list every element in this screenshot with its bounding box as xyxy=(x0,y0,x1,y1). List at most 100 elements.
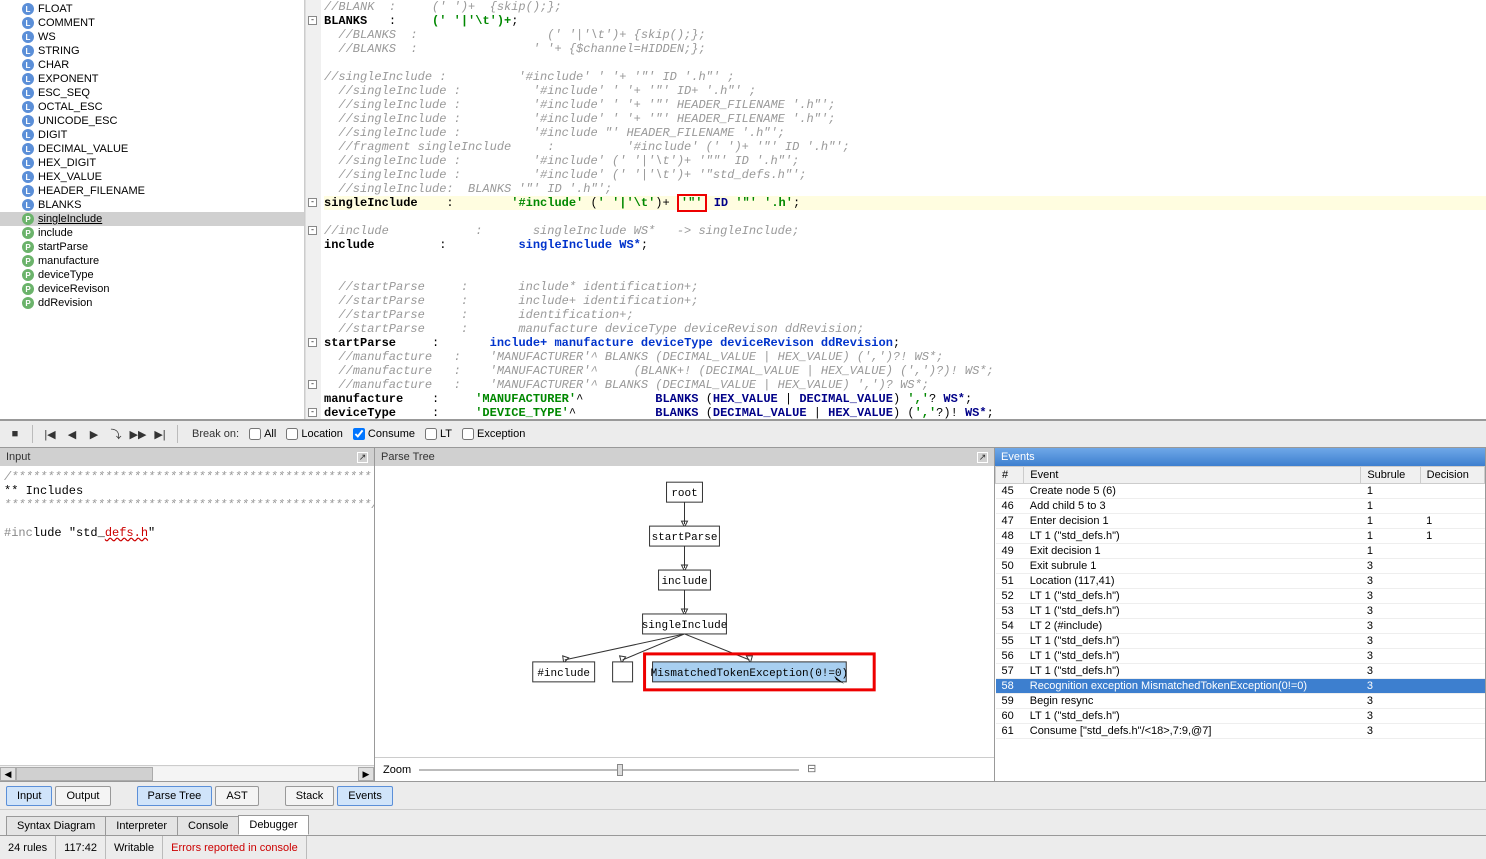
table-row[interactable]: 61Consume ["std_defs.h"/<18>,7:9,@7]3 xyxy=(996,724,1485,739)
code-line[interactable] xyxy=(324,56,1486,70)
col-event[interactable]: Event xyxy=(1024,467,1361,484)
tree-item-CHAR[interactable]: LCHAR xyxy=(0,58,304,72)
tab-console[interactable]: Console xyxy=(177,816,239,835)
tab-events[interactable]: Events xyxy=(337,786,393,806)
code-line[interactable]: //startParse : identification+; xyxy=(324,308,1486,322)
code-line[interactable] xyxy=(324,266,1486,280)
code-line[interactable]: //singleInclude : '#include' ' '+ '"' ID… xyxy=(324,84,1486,98)
table-row[interactable]: 56LT 1 ("std_defs.h")3 xyxy=(996,649,1485,664)
code-line[interactable]: //singleInclude : '#include "' HEADER_FI… xyxy=(324,126,1486,140)
code-line[interactable]: //singleInclude : '#include' (' '|'\t')+… xyxy=(324,168,1486,182)
code-line[interactable]: -BLANKS : (' '|'\t')+; xyxy=(324,14,1486,28)
code-line[interactable]: //singleInclude : '#include' (' '|'\t')+… xyxy=(324,154,1486,168)
fold-icon[interactable]: - xyxy=(308,226,317,235)
fold-icon[interactable]: - xyxy=(308,380,317,389)
goto-end-button[interactable]: ▶| xyxy=(151,425,169,443)
tree-item-BLANKS[interactable]: LBLANKS xyxy=(0,198,304,212)
goto-start-button[interactable]: |◀ xyxy=(41,425,59,443)
tree-item-deviceType[interactable]: PdeviceType xyxy=(0,268,304,282)
code-line[interactable]: //BLANK : (' ')+ {skip();}; xyxy=(324,0,1486,14)
stop-button[interactable]: ■ xyxy=(6,425,24,443)
tree-item-DECIMAL_VALUE[interactable]: LDECIMAL_VALUE xyxy=(0,142,304,156)
code-line[interactable]: include : singleInclude WS*; xyxy=(324,238,1486,252)
tree-item-HEADER_FILENAME[interactable]: LHEADER_FILENAME xyxy=(0,184,304,198)
tree-item-HEX_DIGIT[interactable]: LHEX_DIGIT xyxy=(0,156,304,170)
tab-output[interactable]: Output xyxy=(55,786,110,806)
code-line[interactable]: //singleInclude: BLANKS '"' ID '.h"'; xyxy=(324,182,1486,196)
table-row[interactable]: 46Add child 5 to 31 xyxy=(996,499,1485,514)
tree-layout-icon[interactable]: ⊟ xyxy=(807,762,823,778)
parse-tree-diagram[interactable]: root startParse include singleInclude #i… xyxy=(375,466,994,726)
tab-parse-tree[interactable]: Parse Tree xyxy=(137,786,213,806)
table-row[interactable]: 53LT 1 ("std_defs.h")3 xyxy=(996,604,1485,619)
tab-stack[interactable]: Stack xyxy=(285,786,335,806)
table-row[interactable]: 54LT 2 (#include)3 xyxy=(996,619,1485,634)
code-line[interactable]: -deviceType : 'DEVICE_TYPE'^ BLANKS (DEC… xyxy=(324,406,1486,419)
break-consume-checkbox[interactable]: Consume xyxy=(353,428,415,440)
code-line[interactable]: manufacture : 'MANUFACTURER'^ BLANKS (HE… xyxy=(324,392,1486,406)
col-subrule[interactable]: Subrule xyxy=(1361,467,1420,484)
step-forward-button[interactable]: ▶ xyxy=(85,425,103,443)
table-row[interactable]: 50Exit subrule 13 xyxy=(996,559,1485,574)
fold-icon[interactable]: - xyxy=(308,338,317,347)
tree-item-EXPONENT[interactable]: LEXPONENT xyxy=(0,72,304,86)
detach-icon[interactable]: ↗ xyxy=(357,452,368,463)
code-line[interactable]: //singleInclude : '#include' ' '+ '"' HE… xyxy=(324,98,1486,112)
grammar-editor[interactable]: //BLANK : (' ')+ {skip();};-BLANKS : (' … xyxy=(305,0,1486,419)
tree-item-manufacture[interactable]: Pmanufacture xyxy=(0,254,304,268)
code-line[interactable]: //BLANKS : ' '+ {$channel=HIDDEN;}; xyxy=(324,42,1486,56)
table-row[interactable]: 59Begin resync3 xyxy=(996,694,1485,709)
tree-item-singleInclude[interactable]: PsingleInclude xyxy=(0,212,304,226)
tab-debugger[interactable]: Debugger xyxy=(238,815,308,835)
tree-item-WS[interactable]: LWS xyxy=(0,30,304,44)
tree-item-startParse[interactable]: PstartParse xyxy=(0,240,304,254)
step-back-button[interactable]: ◀ xyxy=(63,425,81,443)
break-all-checkbox[interactable]: All xyxy=(249,428,276,440)
tree-item-COMMENT[interactable]: LCOMMENT xyxy=(0,16,304,30)
tree-item-ESC_SEQ[interactable]: LESC_SEQ xyxy=(0,86,304,100)
code-line[interactable]: //BLANKS : (' '|'\t')+ {skip();}; xyxy=(324,28,1486,42)
tree-item-include[interactable]: Pinclude xyxy=(0,226,304,240)
tree-item-ddRevision[interactable]: PddRevision xyxy=(0,296,304,310)
break-lt-checkbox[interactable]: LT xyxy=(425,428,452,440)
tab-syntax-diagram[interactable]: Syntax Diagram xyxy=(6,816,106,835)
tree-item-deviceRevison[interactable]: PdeviceRevison xyxy=(0,282,304,296)
tree-item-DIGIT[interactable]: LDIGIT xyxy=(0,128,304,142)
table-row[interactable]: 45Create node 5 (6)1 xyxy=(996,484,1485,499)
code-line[interactable]: //manufacture : 'MANUFACTURER'^ (BLANK+!… xyxy=(324,364,1486,378)
code-line[interactable]: //startParse : include* identification+; xyxy=(324,280,1486,294)
tab-input[interactable]: Input xyxy=(6,786,52,806)
table-row[interactable]: 48LT 1 ("std_defs.h")11 xyxy=(996,529,1485,544)
fold-icon[interactable]: - xyxy=(308,198,317,207)
tree-item-OCTAL_ESC[interactable]: LOCTAL_ESC xyxy=(0,100,304,114)
table-row[interactable]: 49Exit decision 11 xyxy=(996,544,1485,559)
col-num[interactable]: # xyxy=(996,467,1024,484)
break-location-checkbox[interactable]: Location xyxy=(286,428,343,440)
code-line[interactable] xyxy=(324,210,1486,224)
table-row[interactable]: 55LT 1 ("std_defs.h")3 xyxy=(996,634,1485,649)
code-line[interactable]: //fragment singleInclude : '#include' ('… xyxy=(324,140,1486,154)
tree-item-FLOAT[interactable]: LFLOAT xyxy=(0,2,304,16)
code-line[interactable]: //startParse : include+ identification+; xyxy=(324,294,1486,308)
code-line[interactable] xyxy=(324,252,1486,266)
fold-icon[interactable]: - xyxy=(308,16,317,25)
tab-ast[interactable]: AST xyxy=(215,786,258,806)
code-line[interactable]: - //manufacture : 'MANUFACTURER'^ BLANKS… xyxy=(324,378,1486,392)
col-decision[interactable]: Decision xyxy=(1420,467,1484,484)
code-line[interactable]: //manufacture : 'MANUFACTURER'^ BLANKS (… xyxy=(324,350,1486,364)
fast-forward-button[interactable]: ▶▶ xyxy=(129,425,147,443)
code-line[interactable]: -//include : singleInclude WS* -> single… xyxy=(324,224,1486,238)
detach-icon[interactable]: ↗ xyxy=(977,452,988,463)
fold-icon[interactable]: - xyxy=(308,408,317,417)
zoom-slider[interactable] xyxy=(419,762,799,778)
code-line[interactable]: //singleInclude : '#include' ' '+ '"' ID… xyxy=(324,70,1486,84)
code-line[interactable]: //startParse : manufacture deviceType de… xyxy=(324,322,1486,336)
table-row[interactable]: 52LT 1 ("std_defs.h")3 xyxy=(996,589,1485,604)
code-line[interactable]: -singleInclude : '#include' (' '|'\t')+ … xyxy=(324,196,1486,210)
tree-item-HEX_VALUE[interactable]: LHEX_VALUE xyxy=(0,170,304,184)
break-exception-checkbox[interactable]: Exception xyxy=(462,428,525,440)
code-line[interactable]: -startParse : include+ manufacture devic… xyxy=(324,336,1486,350)
table-row[interactable]: 60LT 1 ("std_defs.h")3 xyxy=(996,709,1485,724)
input-hscroll[interactable]: ◀▶ xyxy=(0,765,374,781)
tree-item-UNICODE_ESC[interactable]: LUNICODE_ESC xyxy=(0,114,304,128)
